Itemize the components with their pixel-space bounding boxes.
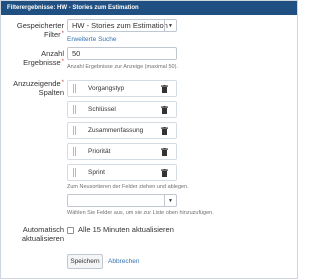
- required-marker: *: [61, 59, 64, 65]
- reorder-hint: Zum Neusortieren der Felder ziehen und a…: [67, 184, 189, 190]
- trash-icon[interactable]: [161, 106, 168, 114]
- trash-icon[interactable]: [161, 169, 168, 177]
- dialog-title: Filterergebnisse: HW - Stories zum Estim…: [1, 1, 297, 15]
- result-count-value: 50: [72, 49, 81, 58]
- required-marker: *: [61, 80, 64, 86]
- column-item-zusammenfassung[interactable]: Zusammenfassung: [67, 122, 177, 139]
- cancel-link[interactable]: Abbrechen: [108, 258, 139, 265]
- drag-handle-icon[interactable]: [73, 168, 76, 177]
- column-item-label: Zusammenfassung: [88, 127, 144, 134]
- save-button[interactable]: Speichern: [67, 254, 103, 269]
- drag-handle-icon[interactable]: [73, 126, 76, 135]
- drag-handle-icon[interactable]: [73, 84, 76, 93]
- trash-icon[interactable]: [161, 127, 168, 135]
- chevron-down-icon[interactable]: ▼: [164, 195, 176, 206]
- required-marker: *: [61, 31, 64, 37]
- column-item-vorgangstyp[interactable]: Vorgangstyp: [67, 80, 177, 97]
- result-count-hint: Anzahl Ergebnisse zur Anzeige (maximal 5…: [67, 64, 178, 70]
- column-item-label: Sprint: [88, 169, 105, 176]
- result-count-input[interactable]: 50: [67, 47, 177, 60]
- column-item-label: Schlüssel: [88, 106, 116, 113]
- columns-label: Anzuzeigende* Spalten: [13, 79, 64, 97]
- filter-results-config-dialog: Filterergebnisse: HW - Stories zum Estim…: [0, 0, 298, 279]
- result-count-label: Anzahl Ergebnisse*: [23, 49, 64, 67]
- advanced-search-link[interactable]: Erweiterte Suche: [67, 36, 117, 43]
- add-column-hint: Wählen Sie Felder aus, um sie zur Liste …: [67, 210, 214, 216]
- auto-refresh-checkbox-label[interactable]: Alle 15 Minuten aktualisieren: [78, 225, 174, 235]
- saved-filter-label: Gespeicherter Filter*: [16, 21, 64, 39]
- saved-filter-value: HW - Stories zum Estimation: [72, 21, 168, 30]
- trash-icon[interactable]: [161, 148, 168, 156]
- column-item-label: Priorität: [88, 148, 111, 155]
- add-column-select[interactable]: ▼: [67, 194, 177, 207]
- column-item-sprint[interactable]: Sprint: [67, 164, 177, 181]
- column-item-schluessel[interactable]: Schlüssel: [67, 101, 177, 118]
- auto-refresh-label: Automatisch aktualisieren: [21, 225, 64, 243]
- drag-handle-icon[interactable]: [73, 105, 76, 114]
- column-item-prioritaet[interactable]: Priorität: [67, 143, 177, 160]
- drag-handle-icon[interactable]: [73, 147, 76, 156]
- chevron-down-icon[interactable]: ▼: [164, 20, 176, 31]
- column-item-label: Vorgangstyp: [88, 85, 125, 92]
- trash-icon[interactable]: [161, 85, 168, 93]
- saved-filter-select[interactable]: HW - Stories zum Estimation ▼: [67, 19, 177, 32]
- auto-refresh-checkbox[interactable]: [67, 227, 74, 234]
